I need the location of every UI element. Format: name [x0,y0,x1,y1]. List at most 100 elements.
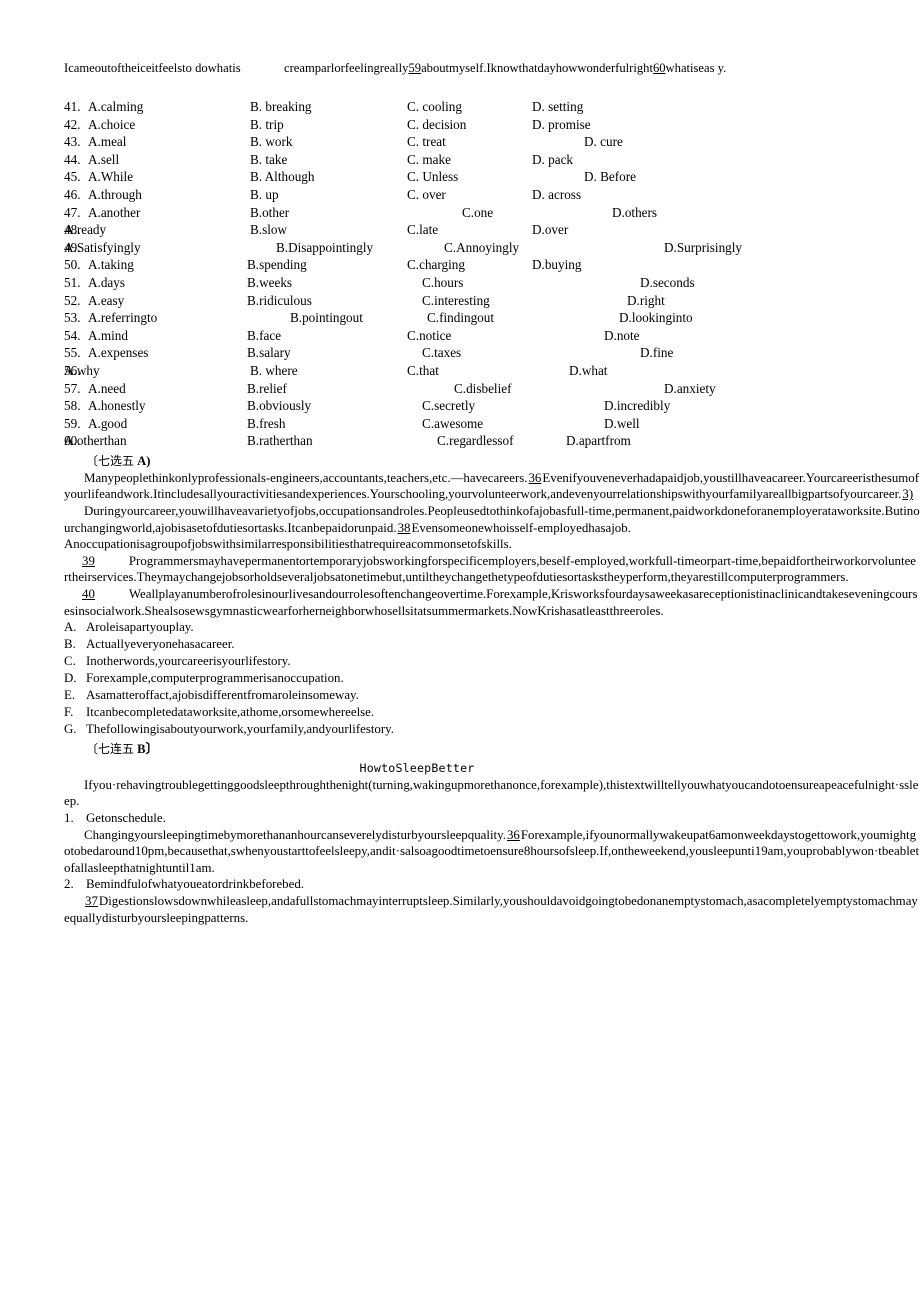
option-c[interactable]: C.hours [422,274,463,292]
option-number: 44. [64,151,81,167]
option-d[interactable]: D. promise [532,116,591,134]
option-c[interactable]: C.disbelief [454,380,512,398]
option-a[interactable]: A.another [88,204,140,222]
option-a[interactable]: A.days [88,274,125,292]
option-b[interactable]: B.pointingout [290,309,363,327]
option-d[interactable]: D. cure [584,133,623,151]
option-b[interactable]: B. up [250,186,279,204]
option-b[interactable]: B.slow [250,221,287,239]
option-d[interactable]: D.lookinginto [619,309,693,327]
choice-item[interactable]: D. Forexample,computerprogrammerisanoccup… [64,670,920,687]
option-c[interactable]: C.regardlessof [437,432,514,450]
option-d[interactable]: D.fine [640,344,673,362]
option-c[interactable]: C. cooling [407,98,462,116]
option-a[interactable]: A.honestly [88,397,146,415]
choice-label: G. [64,721,77,736]
option-d[interactable]: D. setting [532,98,583,116]
option-d[interactable]: D.incredibly [604,397,670,415]
cloze-header-right-post: whatiseas y. [665,61,727,75]
option-c[interactable]: C. make [407,151,451,169]
option-a[interactable]: A.why [64,362,100,380]
option-a[interactable]: A.through [88,186,142,204]
option-c[interactable]: C.charging [407,256,465,274]
option-d[interactable]: D. pack [532,151,573,169]
option-c[interactable]: C.interesting [422,292,490,310]
option-c[interactable]: C.awesome [422,415,483,433]
option-b[interactable]: B.other [250,204,289,222]
option-a[interactable]: A.meal [88,133,126,151]
section-b-heading-label: B〕 [137,741,159,756]
option-row: 50. A.taking B.spending C.charging D.buying [64,256,920,274]
option-c[interactable]: C.late [407,221,438,239]
option-d[interactable]: D.others [612,204,657,222]
option-b[interactable]: B.fresh [247,415,285,433]
option-b[interactable]: B. take [250,151,287,169]
option-a[interactable]: A.sell [88,151,119,169]
option-b[interactable]: B. work [250,133,293,151]
option-b[interactable]: B. Although [250,168,314,186]
option-a[interactable]: A.choice [88,116,135,134]
choice-item[interactable]: B. Actuallyeveryonehasacareer. [64,636,920,653]
choice-item[interactable]: G. Thefollowingisaboutyourwork,yourfamily… [64,721,920,738]
option-b[interactable]: B. where [250,362,298,380]
option-d[interactable]: D. Before [584,168,636,186]
option-c[interactable]: C.one [462,204,493,222]
option-d[interactable]: D.what [569,362,607,380]
option-d[interactable]: D.apartfrom [566,432,631,450]
option-c[interactable]: C.taxes [422,344,461,362]
option-a[interactable]: A.taking [88,256,134,274]
option-d[interactable]: D.buying [532,256,581,274]
option-b[interactable]: B.Disappointingly [276,239,373,257]
option-a[interactable]: A.ready [64,221,106,239]
cloze-header-right: creamparlorfeelingreally59aboutmyself.Ik… [284,60,920,76]
option-a[interactable]: A.need [88,380,126,398]
option-c[interactable]: C. Unless [407,168,458,186]
option-d[interactable]: D.Surprisingly [664,239,742,257]
para2-text-b: Evensomeonewhoisself-employedhasajob. [411,520,631,535]
choice-item[interactable]: F. Itcanbecompletedataworksite,athome,ors… [64,704,920,721]
option-d[interactable]: D. across [532,186,581,204]
option-a[interactable]: A.Satisfyingly [64,239,141,257]
option-c[interactable]: C.Annoyingly [444,239,519,257]
option-b[interactable]: B.face [247,327,281,345]
choice-item[interactable]: C. Inotherwords,yourcareerisyourlifestory… [64,653,920,670]
choice-label: B. [64,637,76,652]
option-a[interactable]: A.mind [88,327,128,345]
option-a[interactable]: A.easy [88,292,124,310]
option-a[interactable]: A.good [88,415,127,433]
cloze-blank-59: 59 [408,61,422,75]
option-d[interactable]: D.note [604,327,640,345]
option-b[interactable]: B.obviously [247,397,311,415]
option-b[interactable]: B.ratherthan [247,432,313,450]
option-b[interactable]: B. trip [250,116,284,134]
option-a[interactable]: A.calming [88,98,143,116]
option-c[interactable]: C.notice [407,327,451,345]
tip1-text-a: Changingyoursleepingtimebymorethananhour… [84,827,506,842]
option-b[interactable]: B. breaking [250,98,312,116]
option-b[interactable]: B.relief [247,380,287,398]
choice-item[interactable]: E. Asamatteroffact,ajobisdifferentfromaro… [64,687,920,704]
choice-item[interactable]: A. Aroleisapartyouplay. [64,619,920,636]
option-d[interactable]: D.anxiety [664,380,716,398]
option-d[interactable]: D.over [532,221,568,239]
option-a[interactable]: A.referringto [88,309,157,327]
option-d[interactable]: D.right [627,292,665,310]
option-a[interactable]: A.expenses [88,344,148,362]
option-c[interactable]: C. decision [407,116,466,134]
option-c[interactable]: C.secretly [422,397,475,415]
option-row: 44. A.sell B. take C. make D. pack [64,151,920,169]
option-row: 46. A.through B. up C. over D. across [64,186,920,204]
option-d[interactable]: D.seconds [640,274,695,292]
option-b[interactable]: B.salary [247,344,291,362]
option-d[interactable]: D.well [604,415,640,433]
option-c[interactable]: C.that [407,362,439,380]
option-b[interactable]: B.ridiculous [247,292,312,310]
option-c[interactable]: C. treat [407,133,446,151]
option-b[interactable]: B.spending [247,256,307,274]
option-b[interactable]: B.weeks [247,274,292,292]
option-c[interactable]: C. over [407,186,446,204]
option-c[interactable]: C.findingout [427,309,494,327]
section-b-tips-list: 1. Getonschedule. Changingyoursleepingtim… [64,810,920,927]
option-a[interactable]: A.otherthan [64,432,127,450]
option-a[interactable]: A.While [88,168,133,186]
